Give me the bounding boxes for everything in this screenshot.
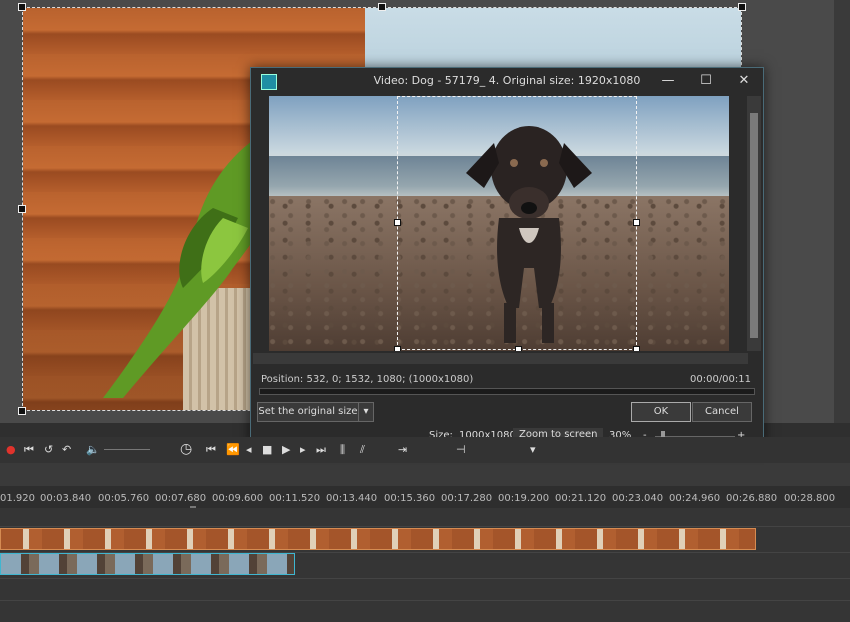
undo-icon[interactable]: ↶: [62, 443, 71, 456]
ok-button[interactable]: OK: [631, 402, 691, 422]
rewind-icon[interactable]: ⏪: [226, 443, 240, 456]
play-icon[interactable]: ▶: [282, 443, 290, 456]
timeline-tracks: [0, 508, 850, 622]
set-original-size-dropdown[interactable]: ▾: [358, 402, 374, 422]
dropdown-arrow-icon[interactable]: ▾: [530, 443, 536, 456]
tick-label: 00:17.280: [441, 493, 493, 504]
dialog-title: Video: Dog - 57179_ 4. Original size: 19…: [373, 74, 641, 87]
resize-handle-tl[interactable]: [18, 3, 26, 11]
position-label: Position:: [261, 374, 304, 385]
position-value: 532, 0; 1532, 1080; (1000x1080): [306, 374, 474, 385]
track-divider: [0, 578, 850, 579]
tick-label: 00:11.520: [269, 493, 321, 504]
skip-back-icon[interactable]: ⏮: [24, 443, 34, 457]
volume-slider[interactable]: [104, 449, 150, 450]
crop-handle-right[interactable]: [633, 219, 640, 226]
cancel-button[interactable]: Cancel: [692, 402, 752, 422]
video-crop-dialog: Video: Dog - 57179_ 4. Original size: 19…: [250, 67, 764, 447]
dialog-horizontal-scrollbar[interactable]: [253, 353, 748, 364]
tick-label: 00:19.200: [498, 493, 550, 504]
tick-label: 00:23.040: [612, 493, 664, 504]
tick-label: 00:03.840: [40, 493, 92, 504]
dialog-vertical-scroll-thumb[interactable]: [750, 113, 758, 338]
tick-label: 01.920: [0, 493, 35, 504]
loop-icon[interactable]: ↺: [44, 443, 53, 456]
volume-icon[interactable]: 🔈: [86, 443, 100, 456]
tick-label: 00:24.960: [669, 493, 721, 504]
crop-handle-left[interactable]: [394, 219, 401, 226]
crop-rectangle[interactable]: [394, 96, 640, 351]
set-original-size-button[interactable]: Set the original size: [257, 402, 359, 422]
record-icon[interactable]: ●: [6, 443, 16, 456]
snap-icon[interactable]: ⊣: [456, 443, 466, 456]
timecode: 00:00/00:11: [689, 374, 751, 385]
tick-label: 00:09.600: [212, 493, 264, 504]
split-icon[interactable]: ⫼: [340, 443, 345, 457]
marker-icon[interactable]: ⫽: [360, 443, 365, 457]
stop-icon[interactable]: ■: [262, 443, 272, 456]
go-end-icon[interactable]: ⏭: [316, 443, 326, 457]
crop-image-area[interactable]: [269, 96, 729, 351]
maximize-button[interactable]: ☐: [693, 71, 719, 91]
tick-label: 00:15.360: [384, 493, 436, 504]
step-forward-icon[interactable]: ▸: [300, 443, 306, 456]
dropdown-arrow-icon: ▾: [363, 406, 369, 417]
transport-toolbar: ● ⏮ ↺ ↶ 🔈 ◷ ⏮ ⏪ ◂ ■ ▶ ▸ ⏭ ⫼ ⫽ ⇥ ⊣ ▾: [0, 437, 850, 463]
parrot-video-clip[interactable]: [0, 528, 756, 550]
crop-handle-bl[interactable]: [394, 346, 401, 351]
tick-label: 00:26.880: [726, 493, 778, 504]
track-divider: [0, 600, 850, 601]
go-start-icon[interactable]: ⏮: [206, 443, 216, 457]
close-button[interactable]: ✕: [731, 71, 757, 91]
resize-handle-tr[interactable]: [738, 3, 746, 11]
dialog-seek-bar[interactable]: [259, 388, 755, 395]
dog-video-clip[interactable]: [0, 553, 295, 575]
clock-icon[interactable]: ◷: [180, 441, 192, 457]
tick-label: 00:21.120: [555, 493, 607, 504]
tick-label: 00:07.680: [155, 493, 207, 504]
resize-handle-tm[interactable]: [378, 3, 386, 11]
crop-handle-bm[interactable]: [515, 346, 522, 351]
timeline-ruler[interactable]: 01.920 00:03.840 00:05.760 00:07.680 00:…: [0, 486, 850, 522]
dialog-titlebar[interactable]: Video: Dog - 57179_ 4. Original size: 19…: [251, 68, 763, 94]
skip-forward-icon[interactable]: ⇥: [398, 443, 407, 456]
tick-label: 00:05.760: [98, 493, 150, 504]
resize-handle-bl[interactable]: [18, 407, 26, 415]
position-readout: Position: 532, 0; 1532, 1080; (1000x1080…: [261, 374, 473, 385]
minimize-button[interactable]: —: [655, 71, 681, 91]
tick-label: 00:13.440: [326, 493, 378, 504]
stage-vertical-scrollbar[interactable]: [834, 0, 850, 425]
crop-handle-br[interactable]: [633, 346, 640, 351]
resize-handle-ml[interactable]: [18, 205, 26, 213]
tick-label: 00:28.800: [784, 493, 836, 504]
track-divider: [0, 526, 850, 527]
step-back-icon[interactable]: ◂: [246, 443, 252, 456]
